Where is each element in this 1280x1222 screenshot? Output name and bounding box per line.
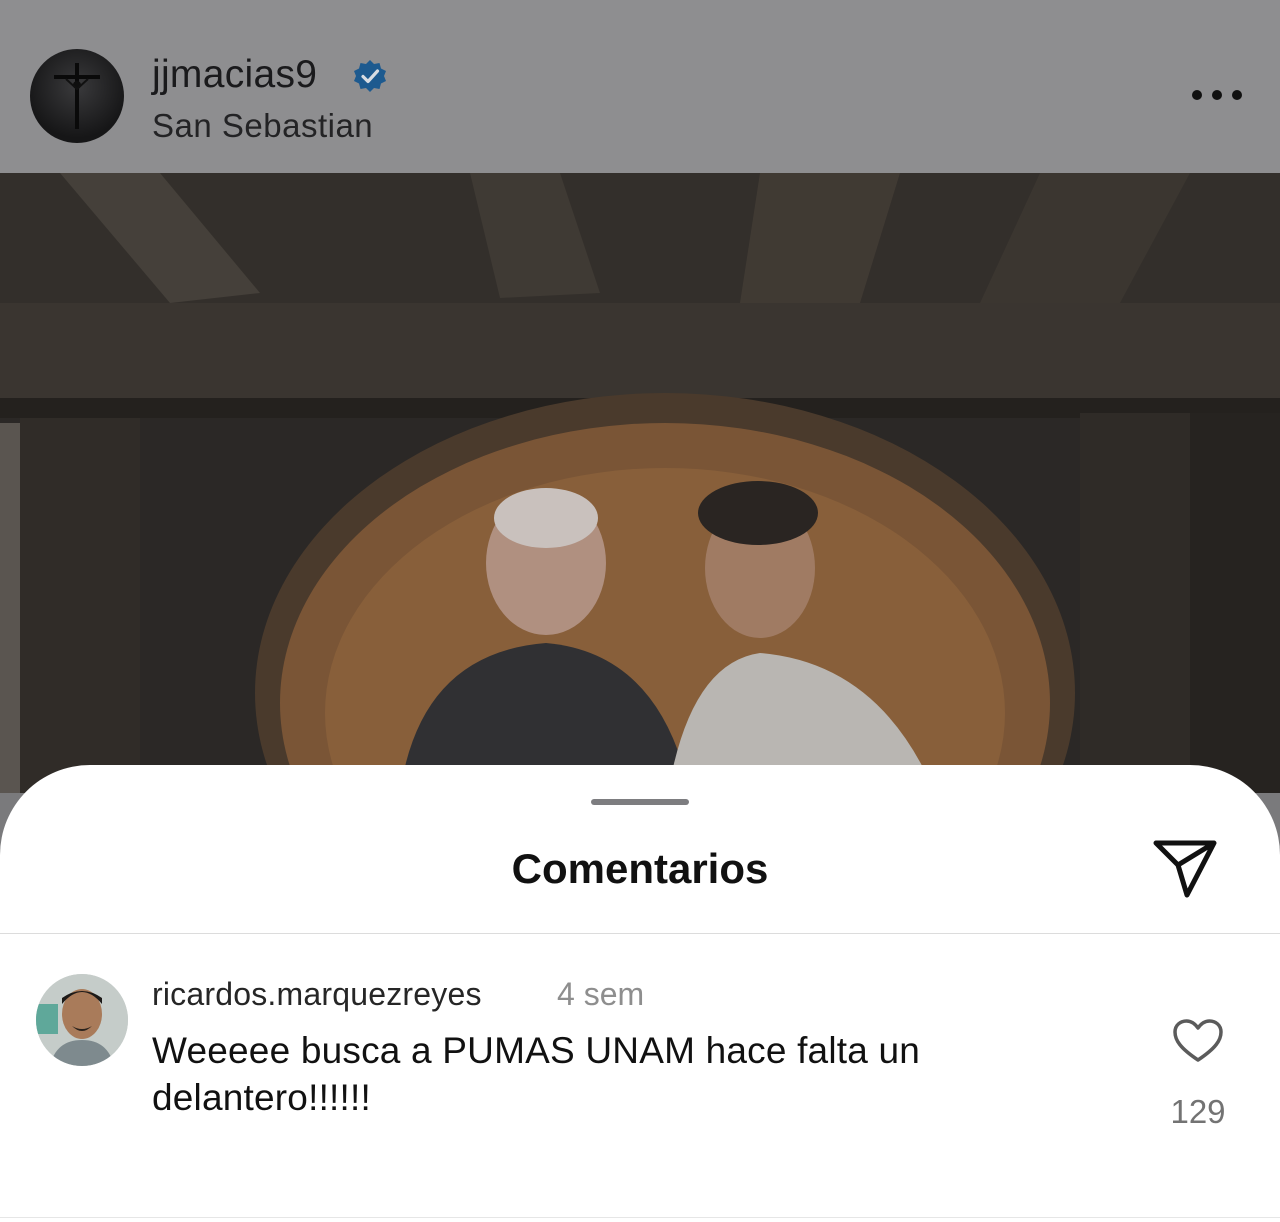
post-username[interactable]: jjmacias9 xyxy=(152,52,317,98)
post-photo xyxy=(0,173,1280,793)
sheet-title: Comentarios xyxy=(511,845,769,892)
post-location[interactable]: San Sebastian xyxy=(152,106,373,146)
comment-timestamp: 4 sem xyxy=(557,976,645,1012)
commenter-username[interactable]: ricardos.marquezreyes xyxy=(152,975,482,1013)
post-header: jjmacias9 San Sebastian xyxy=(0,0,1280,173)
comments-sheet: Comentarios ricardos.marquezreyes 4 sem … xyxy=(0,765,1280,1222)
divider xyxy=(0,933,1280,934)
profile-avatar[interactable] xyxy=(30,49,124,143)
crucifix-icon xyxy=(54,63,100,129)
heart-outline-icon[interactable] xyxy=(1172,1018,1224,1064)
verified-badge-icon xyxy=(354,60,386,92)
more-options-icon[interactable] xyxy=(1192,88,1242,102)
like-count: 129 xyxy=(1170,1093,1226,1130)
commenter-avatar[interactable] xyxy=(36,974,128,1066)
send-icon[interactable] xyxy=(1152,837,1218,899)
bottom-divider xyxy=(0,1217,1280,1218)
sheet-grab-handle[interactable] xyxy=(591,799,689,805)
comment-text: Weeeee busca a PUMAS UNAM hace falta un … xyxy=(152,1030,921,1118)
